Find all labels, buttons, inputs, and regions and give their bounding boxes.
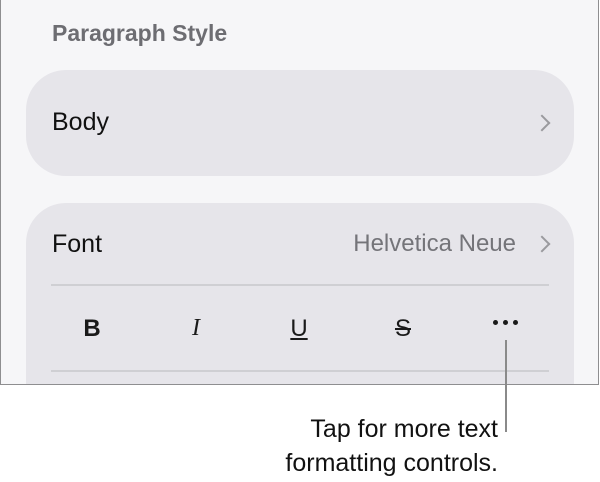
font-value: Helvetica Neue: [353, 230, 516, 257]
italic-button[interactable]: I: [176, 315, 216, 342]
callout-text: Tap for more text formatting controls.: [285, 412, 498, 480]
divider: [51, 284, 549, 286]
strikethrough-button[interactable]: S: [383, 315, 423, 343]
callout-line1: Tap for more text: [310, 415, 498, 443]
chevron-right-icon: [533, 114, 551, 132]
paragraph-style-value: Body: [52, 108, 109, 136]
chevron-right-icon: [533, 235, 551, 253]
format-panel: Paragraph Style Body Font Helvetica Neue…: [0, 0, 599, 385]
font-label: Font: [52, 230, 103, 258]
callout-line2: formatting controls.: [285, 449, 498, 477]
section-title: Paragraph Style: [52, 20, 228, 46]
paragraph-style-button[interactable]: Body: [26, 70, 574, 176]
underline-button[interactable]: U: [279, 315, 319, 343]
font-card: Font Helvetica Neue B I U S: [26, 203, 574, 384]
font-row[interactable]: Font Helvetica Neue: [26, 203, 574, 283]
callout-line: [505, 340, 507, 432]
divider: [51, 370, 549, 372]
bold-button[interactable]: B: [72, 315, 112, 343]
more-options-icon[interactable]: [493, 320, 518, 325]
